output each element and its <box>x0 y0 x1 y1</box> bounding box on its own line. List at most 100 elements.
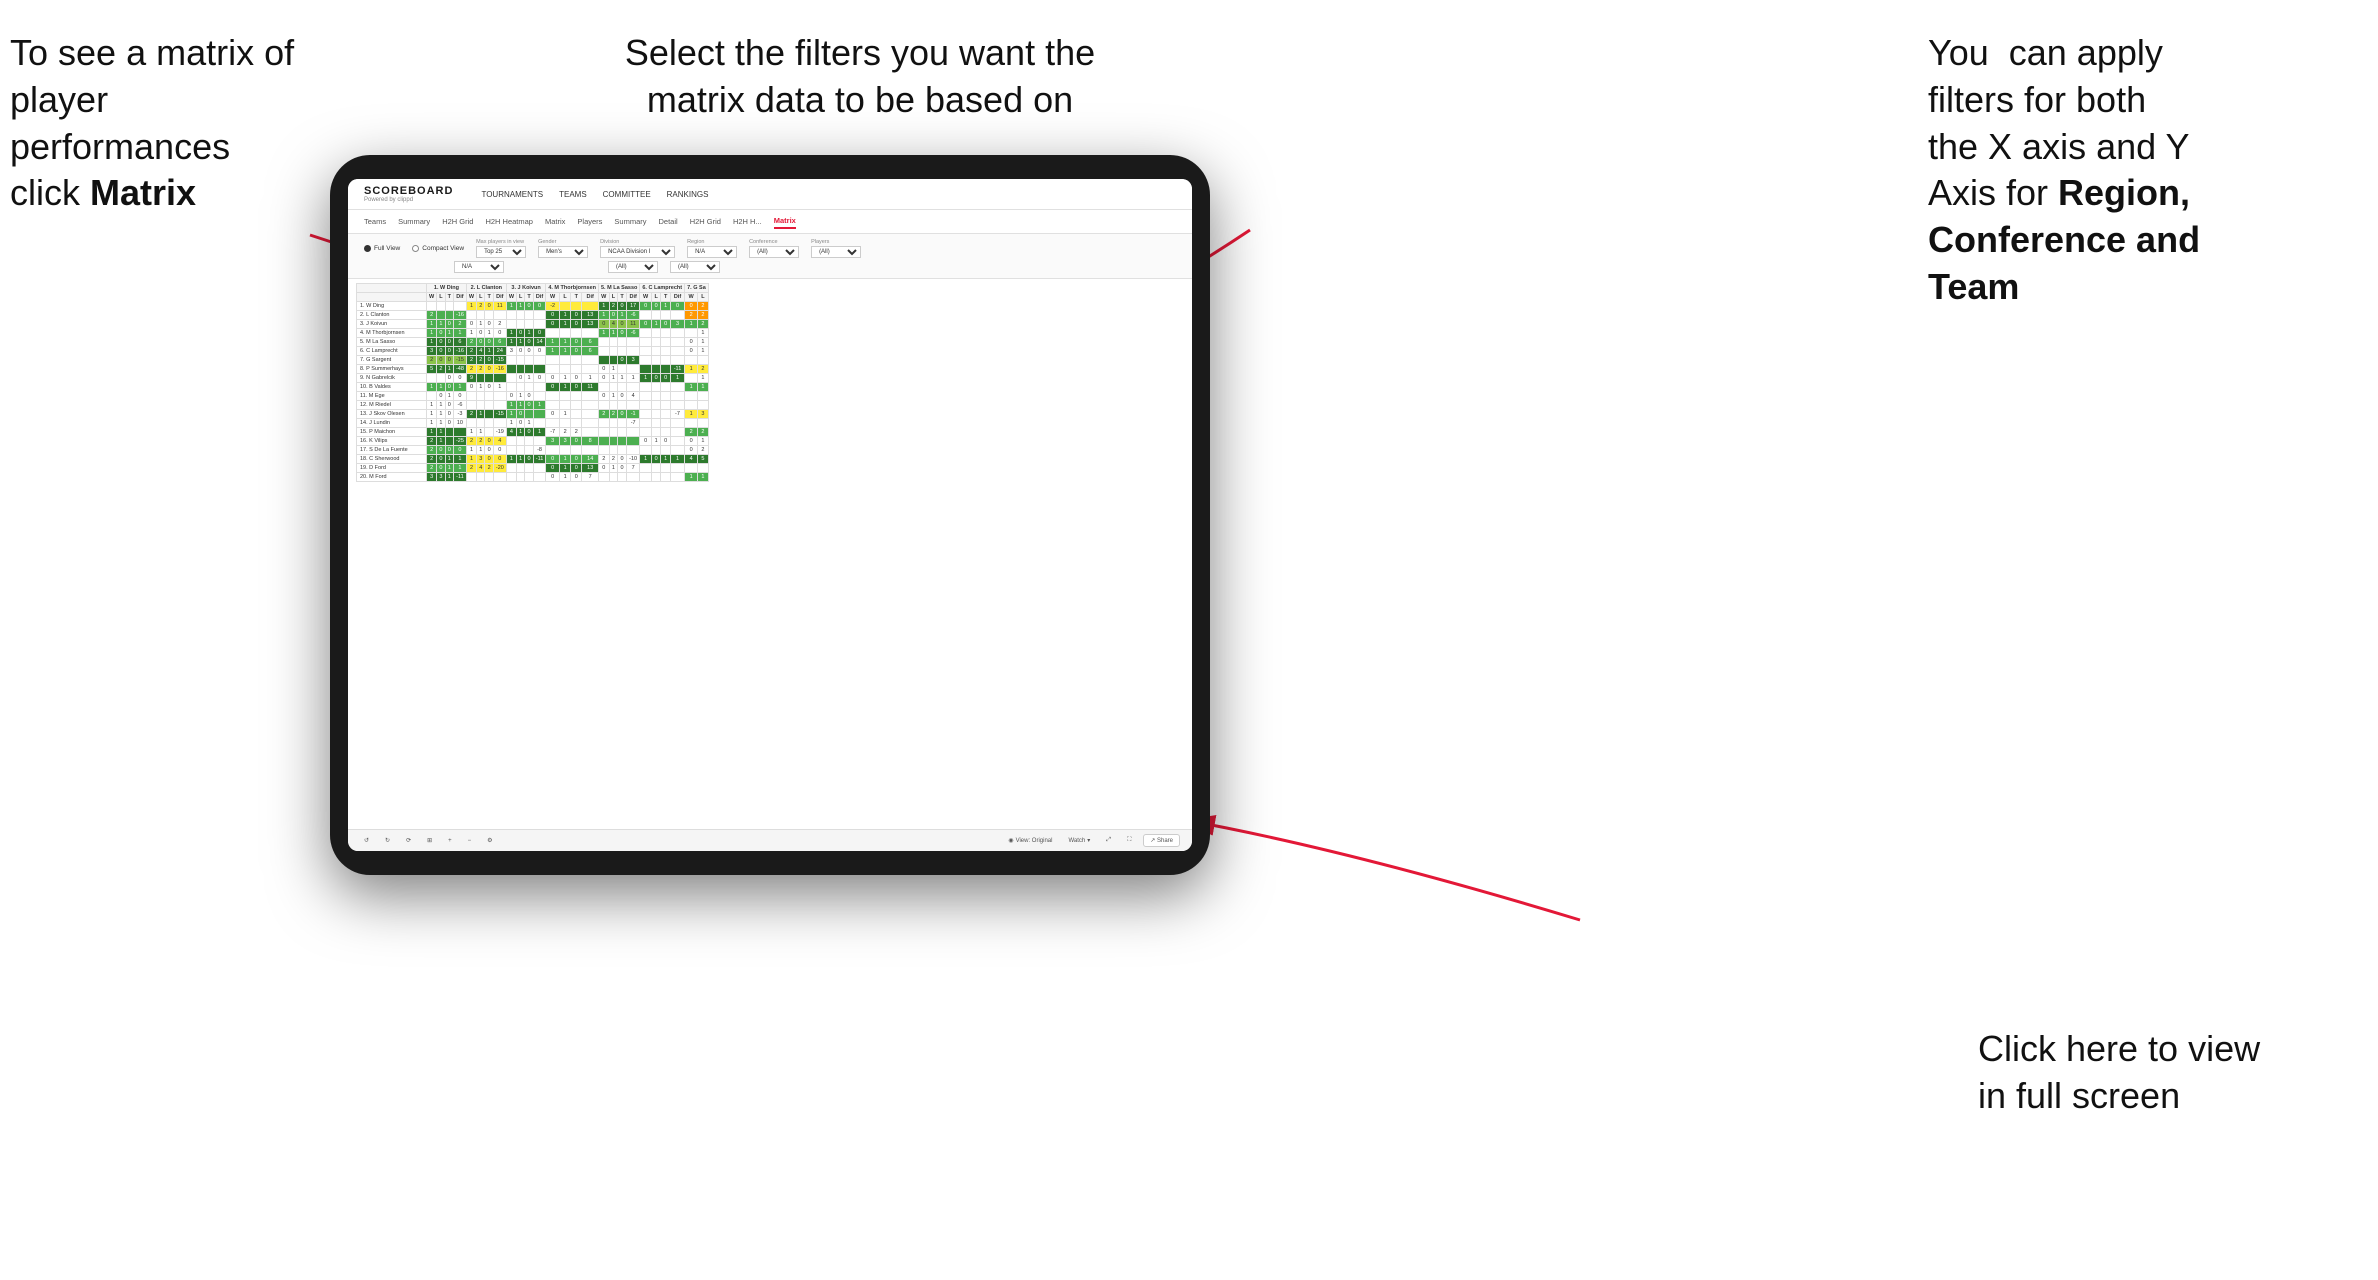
tab-detail[interactable]: Detail <box>659 215 678 228</box>
fullscreen-button[interactable]: ⛶ <box>1123 835 1135 846</box>
table-row: 3. J Koivun 1102 0102 01013 04011 0103 1… <box>357 320 709 329</box>
settings-button[interactable]: ⚙ <box>483 835 496 846</box>
h-d4: Dif <box>582 293 599 302</box>
filter-full-view[interactable]: Full View <box>364 245 400 252</box>
logo-title: SCOREBOARD <box>364 185 453 197</box>
conference-select[interactable]: (All) <box>749 246 799 258</box>
table-row: 20. M Ford 331-11 0107 11 <box>357 473 709 482</box>
table-row: 8. P Summerhays 521-48 220-16 01 -11 12 <box>357 365 709 374</box>
tab-h2h-grid[interactable]: H2H Grid <box>442 215 473 228</box>
division-label: Division <box>600 239 675 245</box>
row-name: 4. M Thorbjornsen <box>357 329 427 338</box>
region-select-2[interactable]: N/A <box>454 261 504 273</box>
nav-teams[interactable]: TEAMS <box>559 188 587 201</box>
row-name: 20. M Ford <box>357 473 427 482</box>
row-name: 16. K Vilips <box>357 437 427 446</box>
h-w6: W <box>640 293 652 302</box>
tab-matrix-active[interactable]: Matrix <box>774 214 796 229</box>
app-header: SCOREBOARD Powered by clippd TOURNAMENTS… <box>348 179 1192 210</box>
table-row: 7. G Sargent 200-15 220-15 03 <box>357 356 709 365</box>
h-d3: Dif <box>533 293 546 302</box>
tab-players[interactable]: Players <box>577 215 602 228</box>
tab-h2h-heatmap[interactable]: H2H Heatmap <box>485 215 533 228</box>
conference-select-2[interactable]: (All) <box>608 261 658 273</box>
tab-teams[interactable]: Teams <box>364 215 386 228</box>
players-select[interactable]: (All) <box>811 246 861 258</box>
h-w7: W <box>685 293 698 302</box>
division-select[interactable]: NCAA Division I <box>600 246 675 258</box>
filter-players: Players (All) <box>811 239 861 258</box>
expand-button[interactable]: ⤢ <box>1102 835 1115 846</box>
col-6-lamp: 6. C Lamprecht <box>640 284 685 293</box>
row-name: 2. L Clanton <box>357 311 427 320</box>
max-players-label: Max players in view <box>476 239 526 245</box>
annotation-top-center: Select the filters you want the matrix d… <box>600 30 1120 124</box>
annotation-top-left: To see a matrix ofplayer performancescli… <box>10 30 330 217</box>
tab-summary[interactable]: Summary <box>398 215 430 228</box>
h-t6: T <box>661 293 670 302</box>
players-select-2[interactable]: (All) <box>670 261 720 273</box>
filter-row-1: Full View Compact View Max players in vi… <box>364 239 1176 258</box>
row-name: 8. P Summerhays <box>357 365 427 374</box>
h-l5: L <box>609 293 618 302</box>
refresh-button[interactable]: ⟳ <box>402 835 415 846</box>
redo-button[interactable]: ↻ <box>381 835 394 846</box>
filter-full-view-label: Full View <box>374 245 400 252</box>
filter-conference: Conference (All) <box>749 239 799 258</box>
col-1-ding: 1. W Ding <box>427 284 467 293</box>
h-w2: W <box>466 293 476 302</box>
view-original-button[interactable]: ◉ View: Original <box>1004 835 1056 846</box>
h-l7: L <box>698 293 709 302</box>
row-name: 17. S De La Fuente <box>357 446 427 455</box>
h-t1: T <box>445 293 453 302</box>
view-label: View: Original <box>1016 838 1053 844</box>
nav-tournaments[interactable]: TOURNAMENTS <box>481 188 543 201</box>
row-name: 12. M Riedel <box>357 401 427 410</box>
zoom-fit-button[interactable]: ⊞ <box>423 835 436 846</box>
row-name: 7. G Sargent <box>357 356 427 365</box>
tab-h2hh[interactable]: H2H H... <box>733 215 762 228</box>
zoom-out-button[interactable]: − <box>464 836 476 846</box>
filter-conference-2: (All) <box>608 261 658 273</box>
radio-full-view-dot <box>364 245 371 252</box>
tab-matrix[interactable]: Matrix <box>545 215 565 228</box>
filter-compact-view-label: Compact View <box>422 245 464 252</box>
zoom-in-button[interactable]: + <box>444 836 456 846</box>
row-name: 6. C Lamprecht <box>357 347 427 356</box>
matrix-body: 1. W Ding 12011 1100 -2 12017 0010 02 2.… <box>357 302 709 482</box>
tab-summary2[interactable]: Summary <box>614 215 646 228</box>
table-row: 5. M La Sasso 1006 2006 11014 1106 01 <box>357 338 709 347</box>
watch-button[interactable]: Watch ▾ <box>1064 835 1094 846</box>
table-row: 10. B Valdes 1101 0101 01011 11 <box>357 383 709 392</box>
annotation-bottom-right-text: Click here to viewin full screen <box>1978 1028 2260 1116</box>
share-button[interactable]: ↗ Share <box>1143 834 1180 847</box>
tab-h2h-grid2[interactable]: H2H Grid <box>690 215 721 228</box>
row-name: 14. J Lundin <box>357 419 427 428</box>
nav-committee[interactable]: COMMITTEE <box>603 188 651 201</box>
share-label: Share <box>1157 838 1173 844</box>
annotation-bold-matrix: Matrix <box>90 172 196 213</box>
h-d2: Dif <box>493 293 506 302</box>
undo-button[interactable]: ↺ <box>360 835 373 846</box>
max-players-select[interactable]: Top 25 <box>476 246 526 258</box>
share-icon: ↗ <box>1150 838 1155 844</box>
filter-players-2: (All) <box>670 261 720 273</box>
table-row: 17. S De La Fuente 2000 1100 -8 02 <box>357 446 709 455</box>
h-w1: W <box>427 293 437 302</box>
row-name: 18. C Sherwood <box>357 455 427 464</box>
conference-label: Conference <box>749 239 799 245</box>
nav-rankings[interactable]: RANKINGS <box>667 188 709 201</box>
region-select[interactable]: N/A <box>687 246 737 258</box>
matrix-container[interactable]: 1. W Ding 2. L Clanton 3. J Koivun 4. M … <box>348 279 1192 829</box>
row-name: 1. W Ding <box>357 302 427 311</box>
main-nav: TOURNAMENTS TEAMS COMMITTEE RANKINGS <box>481 188 708 201</box>
h-l2: L <box>477 293 485 302</box>
h-d6: Dif <box>670 293 684 302</box>
row-name: 19. D Ford <box>357 464 427 473</box>
col-5-sasso: 5. M La Sasso <box>598 284 639 293</box>
h-d1: Dif <box>453 293 466 302</box>
table-row: 12. M Riedel 110-6 1101 <box>357 401 709 410</box>
row-name: 3. J Koivun <box>357 320 427 329</box>
filter-compact-view[interactable]: Compact View <box>412 245 464 252</box>
gender-select[interactable]: Men's <box>538 246 588 258</box>
